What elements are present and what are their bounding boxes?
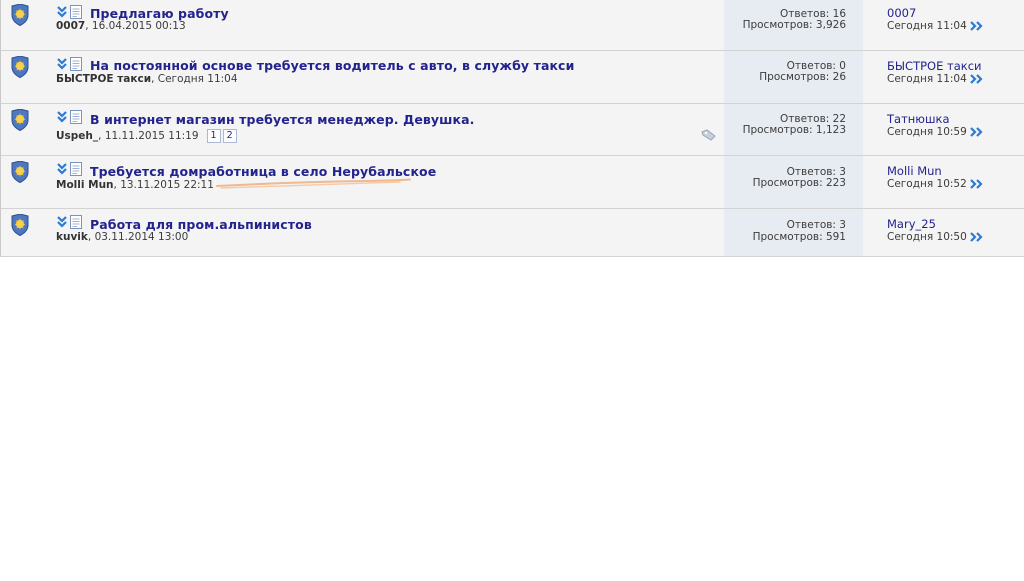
thread-title-link[interactable]: Предлагаю работу: [90, 6, 229, 21]
double-chevron-down-icon[interactable]: [56, 6, 68, 18]
double-chevron-right-icon[interactable]: [970, 74, 984, 84]
tag-icon: [701, 129, 716, 141]
page-link-1[interactable]: 1: [206, 129, 221, 143]
thread-title-link[interactable]: В интернет магазин требуется менеджер. Д…: [90, 112, 475, 127]
page-links: 12: [206, 129, 237, 143]
thread-date: , Сегодня 11:04: [151, 73, 238, 85]
last-post-time-text: Сегодня 10:50: [887, 231, 967, 243]
thread-author-link[interactable]: kuvik: [56, 231, 88, 243]
views-count: Просмотров: 1,123: [742, 124, 846, 136]
thread-meta: kuvik, 03.11.2014 13:00: [56, 231, 188, 243]
thread-date: , 03.11.2014 13:00: [87, 231, 189, 243]
last-post-time: Сегодня 10:59: [887, 126, 984, 138]
double-chevron-down-icon[interactable]: [56, 111, 68, 123]
thread-row: Работа для пром.альпинистов kuvik, 03.11…: [0, 209, 1024, 257]
thread-prefix: [56, 57, 82, 71]
double-chevron-right-icon[interactable]: [970, 232, 984, 242]
views-count: Просмотров: 591: [752, 231, 846, 243]
document-icon: [70, 215, 82, 229]
replies-count: Ответов: 3: [786, 219, 846, 231]
views-count: Просмотров: 223: [752, 177, 846, 189]
thread-author-link[interactable]: Molli Mun: [56, 179, 114, 191]
thread-row: Требуется домработница в село Нерубальск…: [0, 156, 1024, 209]
double-chevron-down-icon[interactable]: [56, 58, 68, 70]
last-post-user-link[interactable]: Татнюшка: [887, 112, 950, 126]
thread-title-link[interactable]: Работа для пром.альпинистов: [90, 217, 312, 232]
last-post-time-text: Сегодня 10:59: [887, 126, 967, 138]
last-post-time: Сегодня 10:52: [887, 178, 984, 190]
thread-meta: 0007, 16.04.2015 00:13: [56, 20, 186, 32]
views-count: Просмотров: 26: [759, 71, 846, 83]
views-count: Просмотров: 3,926: [742, 19, 846, 31]
last-post-user-link[interactable]: БЫСТРОЕ такси: [887, 59, 982, 73]
last-post-time-text: Сегодня 11:04: [887, 73, 967, 85]
forum-shield-icon: [11, 109, 29, 131]
thread-meta: БЫСТРОЕ такси, Сегодня 11:04: [56, 73, 238, 85]
last-post-user-link[interactable]: 0007: [887, 6, 916, 20]
thread-row: Предлагаю работу 0007, 16.04.2015 00:13 …: [0, 0, 1024, 51]
double-chevron-down-icon[interactable]: [56, 163, 68, 175]
thread-title-link[interactable]: На постоянной основе требуется водитель …: [90, 58, 574, 73]
double-chevron-right-icon[interactable]: [970, 127, 984, 137]
forum-shield-icon: [11, 214, 29, 236]
thread-meta: Uspeh_, 11.11.2015 11:19 1 2: [56, 129, 237, 143]
double-chevron-right-icon[interactable]: [970, 21, 984, 31]
last-post-time-text: Сегодня 11:04: [887, 20, 967, 32]
thread-author-link[interactable]: 0007: [56, 20, 85, 32]
thread-prefix: [56, 215, 82, 229]
page-link-2[interactable]: 2: [222, 129, 237, 143]
last-post-time-text: Сегодня 10:52: [887, 178, 967, 190]
forum-shield-icon: [11, 56, 29, 78]
last-post-time: Сегодня 11:04: [887, 73, 984, 85]
last-post-user-link[interactable]: Molli Mun: [887, 164, 942, 178]
thread-meta: Molli Mun, 13.11.2015 22:11: [56, 179, 214, 191]
thread-date: , 11.11.2015 11:19: [98, 130, 199, 142]
thread-prefix: [56, 162, 82, 176]
thread-row: В интернет магазин требуется менеджер. Д…: [0, 104, 1024, 156]
last-post-time: Сегодня 10:50: [887, 231, 984, 243]
document-icon: [70, 110, 82, 124]
document-icon: [70, 162, 82, 176]
double-chevron-right-icon[interactable]: [970, 179, 984, 189]
last-post-time: Сегодня 11:04: [887, 20, 984, 32]
thread-author-link[interactable]: Uspeh_: [56, 130, 98, 142]
thread-date: , 13.11.2015 22:11: [113, 179, 214, 191]
last-post-user-link[interactable]: Mary_25: [887, 217, 936, 231]
document-icon: [70, 5, 82, 19]
forum-shield-icon: [11, 161, 29, 183]
thread-prefix: [56, 5, 82, 19]
highlight-underline: [216, 178, 411, 189]
thread-title-link[interactable]: Требуется домработница в село Нерубальск…: [90, 164, 436, 179]
thread-author-link[interactable]: БЫСТРОЕ такси: [56, 73, 151, 85]
document-icon: [70, 57, 82, 71]
double-chevron-down-icon[interactable]: [56, 216, 68, 228]
thread-date: , 16.04.2015 00:13: [85, 20, 186, 32]
thread-prefix: [56, 110, 82, 124]
forum-shield-icon: [11, 4, 29, 26]
thread-row: На постоянной основе требуется водитель …: [0, 51, 1024, 104]
